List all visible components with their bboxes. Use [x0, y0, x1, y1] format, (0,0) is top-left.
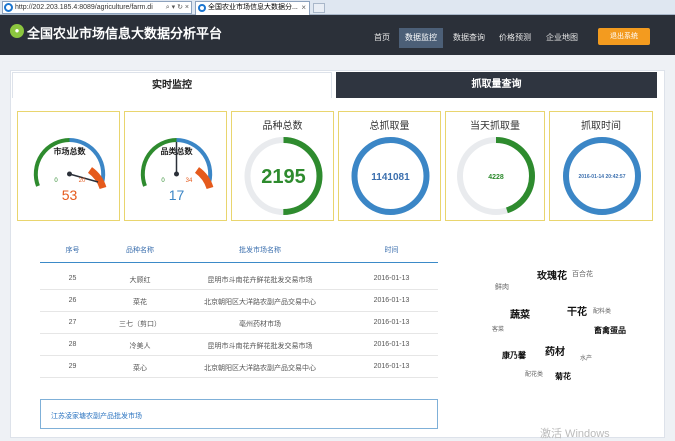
col-market: 批发市场名称	[239, 247, 281, 254]
row-index: 26	[68, 297, 77, 304]
row-time: 2016-01-13	[373, 363, 410, 370]
market-gauge: 市场总数 0 20 53	[33, 138, 107, 203]
table-row[interactable]: 26 菜花 北京朝阳区大洋路农副产品交易中心 2016-01-13	[40, 290, 438, 312]
category-gauge-panel: 品类总数 0 34 17	[124, 111, 227, 221]
row-index: 25	[68, 275, 77, 282]
row-time: 2016-01-13	[373, 297, 410, 304]
col-variety: 品种名称	[126, 247, 154, 254]
category-gauge-label: 品类总数	[161, 146, 194, 156]
cloud-word[interactable]: 配料类	[593, 306, 611, 315]
browser-tab[interactable]: 全国农业市场信息大数据分... ×	[195, 1, 310, 15]
market-input[interactable]: 江苏凌家塘农副产品批发市场	[40, 399, 438, 429]
cloud-word[interactable]: 干花	[567, 303, 587, 318]
cloud-word[interactable]: 百合花	[572, 269, 593, 279]
cloud-word[interactable]: 鲜肉	[495, 282, 509, 292]
app-title: 全国农业市场信息大数据分析平台	[27, 26, 223, 41]
variety-value: 2195	[261, 166, 306, 188]
row-time: 2016-01-13	[373, 275, 410, 282]
market-gauge-max: 20	[79, 178, 86, 184]
row-market: 北京朝阳区大洋路农副产品交易中心	[204, 299, 316, 306]
row-index: 28	[68, 341, 77, 348]
row-time: 2016-01-13	[373, 319, 410, 326]
browser-toolbar: http://202.203.185.4:8089/agriculture/fa…	[0, 0, 675, 15]
row-variety: 菜心	[133, 365, 147, 372]
today-value: 4228	[488, 174, 504, 181]
cloud-word[interactable]: 玫瑰花	[537, 267, 567, 282]
ie-icon	[4, 3, 13, 12]
category-gauge: 品类总数 0 34 17	[140, 138, 214, 203]
address-bar[interactable]: http://202.203.185.4:8089/agriculture/fa…	[2, 1, 192, 14]
market-gauge-label: 市场总数	[54, 146, 87, 156]
market-gauge-panel: 市场总数 0 20 53	[17, 111, 120, 221]
market-input-value: 江苏凌家塘农副产品批发市场	[51, 413, 142, 420]
market-gauge-min: 0	[54, 178, 58, 184]
table-row[interactable]: 29 菜心 北京朝阳区大洋路农副产品交易中心 2016-01-13	[40, 356, 438, 378]
word-cloud: 玫瑰花 百合花 鲜肉 蔬菜 干花 配料类 畜禽蛋品 客菜 药材 康乃馨 水产 配…	[490, 263, 650, 393]
row-variety: 冷美人	[129, 343, 151, 350]
row-variety: 大顾红	[129, 277, 151, 284]
nav-enterprise-map[interactable]: 企业地图	[540, 28, 584, 48]
tab-favicon-icon	[198, 4, 206, 12]
row-time: 2016-01-13	[373, 341, 410, 348]
cloud-word[interactable]: 康乃馨	[502, 350, 526, 361]
cloud-word[interactable]: 客菜	[492, 324, 504, 333]
cloud-word[interactable]: 蔬菜	[510, 306, 530, 321]
row-market: 北京朝阳区大洋路农副产品交易中心	[204, 365, 316, 372]
tab-query[interactable]: 抓取量查询	[336, 72, 657, 98]
row-index: 27	[68, 319, 77, 326]
row-index: 29	[68, 363, 77, 370]
col-index: 序号	[65, 247, 80, 254]
nav-home[interactable]: 首页	[368, 28, 396, 48]
exit-button[interactable]: 退出系统	[598, 28, 650, 45]
search-refresh-icons[interactable]: ⌕ ▾ ↻ ×	[166, 2, 189, 13]
time-panel: 抓取时间 2016-01-14 20:42:57	[549, 111, 653, 221]
row-variety: 三七（剪口）	[119, 321, 161, 328]
cloud-word[interactable]: 水产	[580, 353, 592, 362]
col-time: 时间	[384, 247, 399, 254]
nav-data-monitor[interactable]: 数据监控	[399, 28, 443, 48]
cloud-word[interactable]: 配花类	[525, 369, 543, 378]
address-url: http://202.203.185.4:8089/agriculture/fa…	[15, 4, 153, 11]
table-row[interactable]: 27 三七（剪口） 亳州药材市场 2016-01-13	[40, 312, 438, 334]
windows-watermark: 激活 Windows	[540, 428, 610, 440]
row-variety: 菜花	[133, 299, 147, 306]
new-tab-button[interactable]	[313, 3, 325, 13]
table-header: 序号 品种名称 批发市场名称 时间	[40, 245, 438, 262]
app-header: ● 全国农业市场信息大数据分析平台 首页 数据监控 数据查询 价格预测 企业地图…	[0, 15, 675, 55]
category-gauge-value: 17	[169, 187, 185, 203]
nav-data-query[interactable]: 数据查询	[447, 28, 491, 48]
nav-price-forecast[interactable]: 价格预测	[493, 28, 537, 48]
row-market: 昆明市斗南花卉鲜花批发交易市场	[207, 277, 313, 284]
total-value: 1141081	[371, 172, 410, 183]
cloud-word[interactable]: 菊花	[555, 371, 571, 382]
table-header-divider	[40, 262, 438, 263]
category-gauge-max: 34	[186, 178, 193, 184]
browser-tab-title: 全国农业市场信息大数据分...	[208, 4, 298, 11]
cloud-word[interactable]: 畜禽蛋品	[594, 325, 626, 336]
row-market: 亳州药材市场	[239, 321, 281, 328]
today-panel: 当天抓取量 4228	[445, 111, 545, 221]
table-row[interactable]: 25 大顾红 昆明市斗南花卉鲜花批发交易市场 2016-01-13	[40, 268, 438, 290]
cloud-word[interactable]: 药材	[545, 343, 565, 358]
market-gauge-value: 53	[62, 187, 78, 203]
row-market: 昆明市斗南花卉鲜花批发交易市场	[207, 343, 313, 350]
category-gauge-min: 0	[161, 178, 165, 184]
tab-realtime[interactable]: 实时监控	[12, 72, 332, 98]
app-logo-icon: ●	[10, 24, 24, 38]
total-panel: 总抓取量 1141081	[338, 111, 441, 221]
variety-panel: 品种总数 2195	[231, 111, 334, 221]
table-row[interactable]: 28 冷美人 昆明市斗南花卉鲜花批发交易市场 2016-01-13	[40, 334, 438, 356]
time-value: 2016-01-14 20:42:57	[579, 174, 626, 180]
tab-close-icon[interactable]: ×	[301, 2, 306, 14]
